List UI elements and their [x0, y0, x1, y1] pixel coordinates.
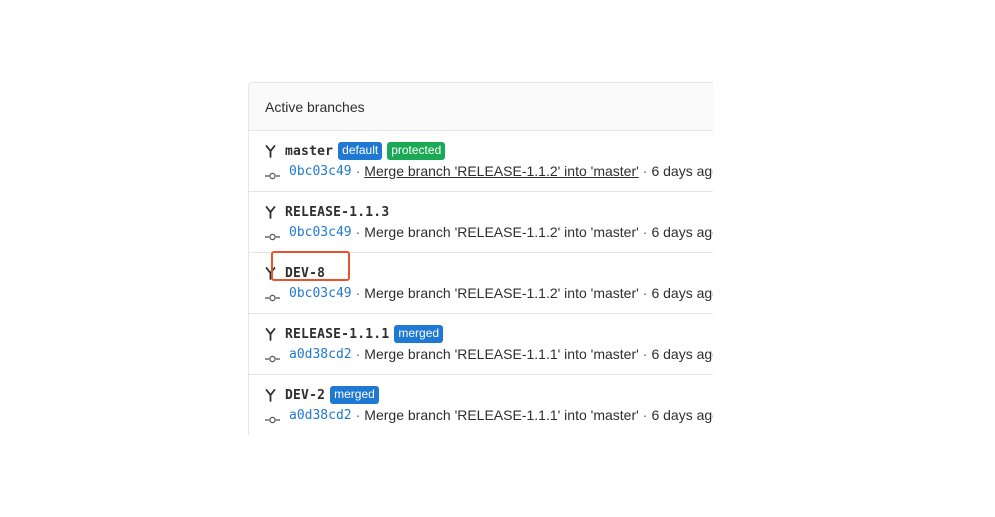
commit-info-line: 0bc03c49 · Merge branch 'RELEASE-1.1.2' in… [265, 223, 713, 241]
commit-sha-link[interactable]: 0bc03c49 [289, 164, 352, 179]
branch-title-line: DEV-8 [265, 264, 325, 282]
commit-sha-link[interactable]: a0d38cd2 [289, 347, 352, 362]
branch-row: DEV-2 merged a0d38cd2 · Merge branch 'RELEAS… [249, 375, 713, 435]
separator-dot: · [642, 224, 648, 240]
commit-age: 6 days ago [651, 163, 713, 179]
branch-name-link[interactable]: RELEASE-1.1.3 [285, 205, 389, 220]
separator-dot: · [355, 285, 361, 301]
branch-icon [265, 144, 276, 158]
commit-age: 6 days ago [651, 285, 713, 301]
commit-message: Merge branch 'RELEASE-1.1.1' into 'maste… [364, 346, 639, 362]
active-branches-panel: Active branches master default protected 0b… [248, 82, 713, 435]
panel-title: Active branches [265, 98, 365, 115]
branch-list: master default protected 0bc03c49 · Merge bra… [249, 131, 713, 435]
merged-badge: merged [394, 325, 444, 343]
commit-message: Merge branch 'RELEASE-1.1.1' into 'maste… [364, 407, 639, 423]
commit-message: Merge branch 'RELEASE-1.1.2' into 'maste… [364, 285, 639, 301]
branch-name-link[interactable]: DEV-8 [285, 266, 325, 281]
separator-dot: · [355, 407, 361, 423]
separator-dot: · [642, 346, 648, 362]
commit-icon [265, 411, 280, 424]
separator-dot: · [355, 346, 361, 362]
branch-title-line: DEV-2 merged [265, 386, 379, 404]
commit-icon [265, 289, 280, 302]
commit-message[interactable]: Merge branch 'RELEASE-1.1.2' into 'maste… [364, 163, 638, 179]
branch-row: RELEASE-1.1.3 0bc03c49 · Merge branch 'RELE… [249, 192, 713, 253]
panel-header: Active branches [249, 83, 713, 131]
branch-icon [265, 327, 276, 341]
commit-sha-link[interactable]: 0bc03c49 [289, 225, 352, 240]
commit-age: 6 days ago [651, 346, 713, 362]
commit-info-line: 0bc03c49 · Merge branch 'RELEASE-1.1.2' in… [265, 284, 713, 302]
commit-sha-link[interactable]: 0bc03c49 [289, 286, 352, 301]
branch-row: RELEASE-1.1.1 merged a0d38cd2 · Merge branch… [249, 314, 713, 375]
separator-dot: · [642, 163, 648, 179]
branch-title-line: RELEASE-1.1.1 merged [265, 325, 444, 343]
protected-badge: protected [387, 142, 446, 160]
branch-title-line: master default protected [265, 142, 446, 160]
commit-age: 6 days ago [651, 224, 713, 240]
separator-dot: · [642, 407, 648, 423]
branch-icon [265, 205, 276, 219]
branch-name-link[interactable]: RELEASE-1.1.1 [285, 327, 389, 342]
branch-icon [265, 388, 276, 402]
branch-row: DEV-8 0bc03c49 · Merge branch 'RELEASE-1.1.… [249, 253, 713, 314]
separator-dot: · [642, 285, 648, 301]
commit-info-line: a0d38cd2 · Merge branch 'RELEASE-1.1.1' in… [265, 345, 713, 363]
commit-info-line: a0d38cd2 · Merge branch 'RELEASE-1.1.1' in… [265, 406, 713, 424]
separator-dot: · [355, 224, 361, 240]
merged-badge: merged [330, 386, 379, 404]
commit-sha-link[interactable]: a0d38cd2 [289, 408, 352, 423]
commit-age: 6 days ago [651, 407, 713, 423]
branch-row: master default protected 0bc03c49 · Merge bra… [249, 131, 713, 192]
commit-icon [265, 228, 280, 241]
commit-icon [265, 167, 280, 180]
default-badge: default [338, 142, 383, 160]
branch-title-line: RELEASE-1.1.3 [265, 203, 389, 221]
commit-info-line: 0bc03c49 · Merge branch 'RELEASE-1.1.2' in… [265, 162, 713, 180]
separator-dot: · [355, 163, 361, 179]
commit-icon [265, 350, 280, 363]
branch-name-link[interactable]: master [285, 144, 333, 159]
branch-name-link[interactable]: DEV-2 [285, 388, 325, 403]
branch-icon [265, 266, 276, 280]
commit-message: Merge branch 'RELEASE-1.1.2' into 'maste… [364, 224, 639, 240]
